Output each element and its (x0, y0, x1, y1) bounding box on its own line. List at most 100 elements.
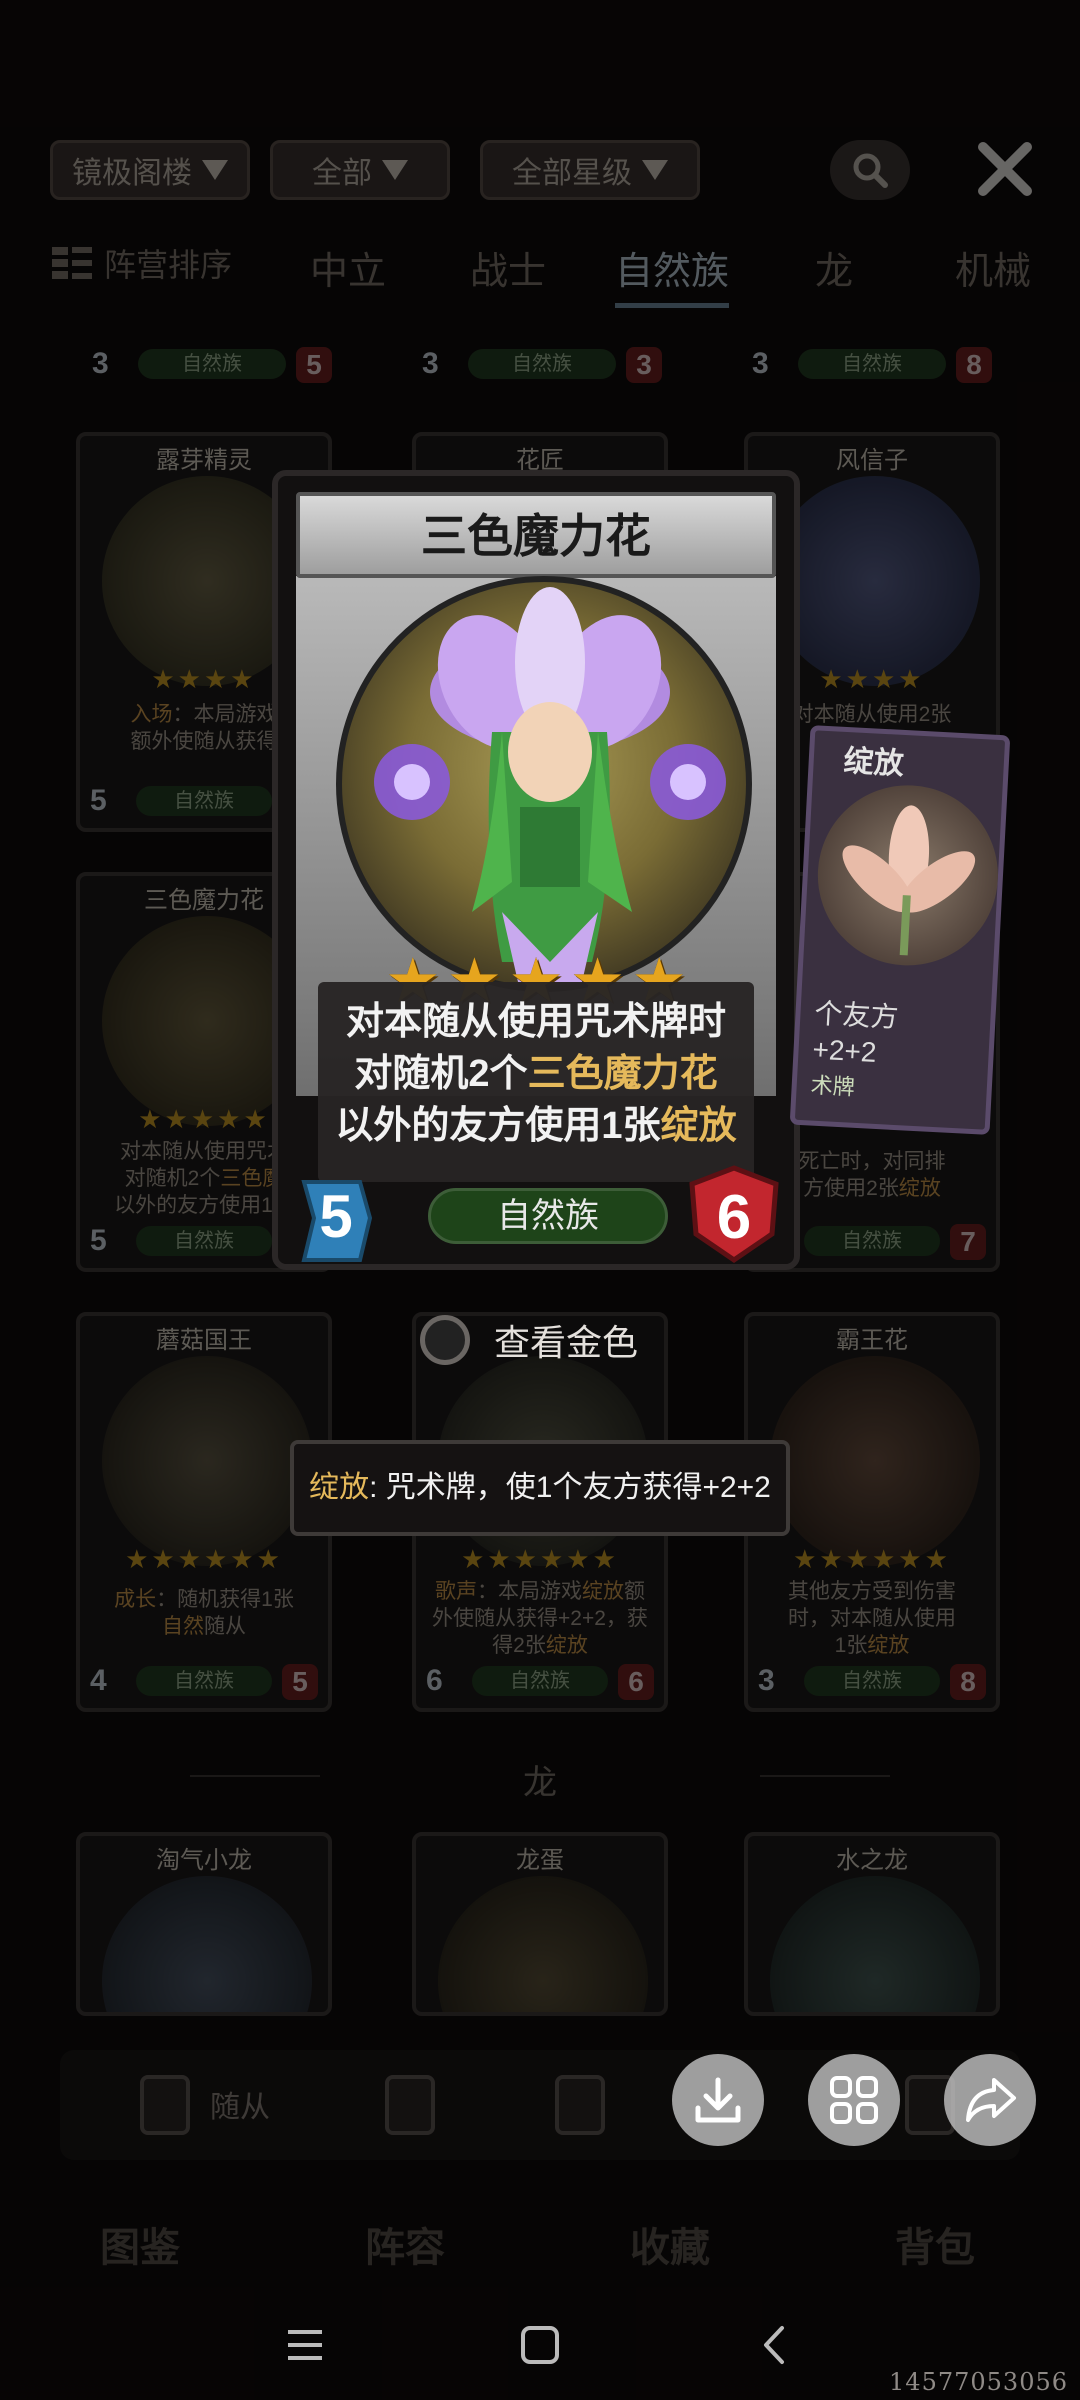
section-header-dragon: 龙 (0, 1755, 1080, 1802)
keyword-tooltip: 绽放: 咒术牌，使1个友方获得+2+2 (290, 1440, 790, 1536)
tab-codex[interactable]: 图鉴 (100, 2215, 180, 2273)
share-button[interactable] (944, 2054, 1036, 2146)
card-faction: 自然族 (798, 349, 946, 379)
keyword: 绽放 (867, 1634, 910, 1657)
card-stars: ★★★★★★ (793, 1544, 951, 1574)
tab-dragon[interactable]: 龙 (815, 240, 853, 295)
desc-text: 方使用2张 (803, 1177, 899, 1200)
radio-button[interactable] (420, 1315, 470, 1365)
desc-text: 以外的友方使用1张 (114, 1194, 294, 1217)
back-chevron-icon (764, 2326, 784, 2364)
card-faction: 自然族 (138, 349, 286, 379)
tab-mech[interactable]: 机械 (955, 240, 1031, 295)
desc-text: 外使随从获得+2+2，获 (432, 1607, 648, 1630)
card-detail-popup[interactable]: 三色魔力花 ★★★★★ 对本随从使用咒术牌时 对随机2个三色魔力花 以外的友方使… (272, 470, 800, 1270)
card-cost: 6 (426, 1664, 443, 1697)
card-power: 6 (618, 1664, 654, 1700)
card-name: 龙蛋 (516, 1847, 564, 1874)
card-water-dragon[interactable]: 水之龙 (744, 1832, 1000, 2016)
card-name: 淘气小龙 (156, 1847, 252, 1874)
view-gold-toggle[interactable]: 查看金色 (420, 1300, 670, 1380)
tab-nature[interactable]: 自然族 (615, 240, 730, 308)
grid-icon (830, 2076, 878, 2124)
desc-text: +2+2 (811, 1033, 878, 1068)
desc-text: 其他友方受到伤害 (788, 1580, 956, 1603)
menu-lines-icon (288, 2330, 322, 2360)
star-filter-dropdown[interactable]: 全部星级 (480, 140, 700, 200)
close-icon (978, 142, 1032, 196)
card-effect-box: 对本随从使用咒术牌时 对随机2个三色魔力花 以外的友方使用1张绽放 (318, 982, 754, 1182)
home-button[interactable] (505, 2310, 575, 2380)
tab-collection[interactable]: 收藏 (630, 2215, 710, 2273)
card-strip[interactable]: 3 自然族 3 (412, 345, 672, 391)
spell-card-desc: 个友方 +2+2 术牌 (810, 996, 900, 1108)
card-power: 3 (626, 347, 662, 383)
card-power: 8 (956, 347, 992, 383)
desc-text: 得2张 (492, 1634, 546, 1657)
tab-warrior[interactable]: 战士 (470, 240, 546, 295)
card-strip[interactable]: 3 自然族 5 (82, 345, 342, 391)
keyword: 自然 (162, 1615, 204, 1638)
card-power: 5 (282, 1664, 318, 1700)
equipment-type-icon[interactable] (555, 2075, 605, 2135)
card-cost: 5 (90, 1224, 107, 1257)
card-cost: 3 (752, 347, 769, 380)
desc-text: 以外的友方使用1张 (335, 1105, 661, 1147)
card-art (770, 476, 980, 686)
spell-card-art (813, 780, 1003, 970)
card-art (102, 1356, 312, 1566)
download-button[interactable] (672, 2054, 764, 2146)
desc-text: 个友方 (813, 997, 900, 1034)
dropdown-arrow-icon (642, 160, 668, 180)
desc-text: 额 (624, 1580, 645, 1603)
card-description: 歌声：本局游戏绽放额 外使随从获得+2+2，获 得2张绽放 (426, 1578, 654, 1659)
card-cost: 5 (319, 1183, 353, 1250)
card-footer: 5 自然族 6 (278, 1165, 794, 1266)
card-cost: 5 (90, 784, 107, 817)
spell-card-name: 绽放 (842, 744, 905, 781)
divider (760, 1775, 890, 1777)
desc-text: 1张 (834, 1634, 868, 1657)
card-faction: 自然族 (804, 1666, 940, 1696)
card-power: 6 (716, 1183, 752, 1252)
card-naughty-dragon[interactable]: 淘气小龙 (76, 1832, 332, 2016)
tab-backpack[interactable]: 背包 (895, 2215, 975, 2273)
card-dragon-egg[interactable]: 龙蛋 (412, 1832, 668, 2016)
card-title-banner: 三色魔力花 (296, 492, 776, 578)
keyword: 歌声 (435, 1580, 477, 1603)
spell-tag: 术牌 (810, 1072, 856, 1100)
effect-line-1: 对本随从使用咒术牌时 (345, 1001, 726, 1043)
category-filter-dropdown[interactable]: 全部 (270, 140, 450, 200)
tab-lineup[interactable]: 阵容 (365, 2215, 445, 2273)
related-spell-card[interactable]: 绽放 个友方 +2+2 术牌 (789, 725, 1011, 1135)
pool-filter-dropdown[interactable]: 镜极阁楼 (50, 140, 250, 200)
pool-filter-label: 镜极阁楼 (72, 157, 192, 190)
follower-type-icon[interactable] (140, 2075, 190, 2135)
back-button[interactable] (740, 2310, 810, 2380)
spell-type-icon[interactable] (385, 2075, 435, 2135)
recent-apps-button[interactable] (270, 2310, 340, 2380)
search-button[interactable] (830, 140, 910, 200)
card-cost: 3 (758, 1664, 775, 1697)
card-name: 蘑菇国王 (156, 1327, 252, 1354)
card-faction: 自然族 (136, 1666, 272, 1696)
keyword: 绽放 (898, 1177, 941, 1200)
keyword[interactable]: 绽放 (661, 1105, 737, 1147)
card-power: 7 (950, 1224, 986, 1260)
close-button[interactable] (970, 134, 1040, 204)
dropdown-arrow-icon (382, 160, 408, 180)
card-art (102, 1876, 312, 2012)
desc-text: ：随机获得1张 (156, 1588, 294, 1611)
faction-sort-button[interactable]: 阵营排序 (50, 240, 232, 286)
desc-text: ：本局游戏 (477, 1580, 582, 1603)
system-nav-bar: 14577053056 (0, 2290, 1080, 2400)
card-strip[interactable]: 3 自然族 8 (742, 345, 1002, 391)
card-art (438, 1876, 648, 2012)
section-title: 龙 (523, 1764, 557, 1802)
card-cost: 4 (90, 1664, 107, 1697)
download-icon (695, 2077, 741, 2123)
card-faction: 自然族 (136, 786, 272, 816)
grid-menu-button[interactable] (808, 2054, 900, 2146)
card-portrait (336, 576, 752, 992)
tab-neutral[interactable]: 中立 (310, 240, 386, 295)
